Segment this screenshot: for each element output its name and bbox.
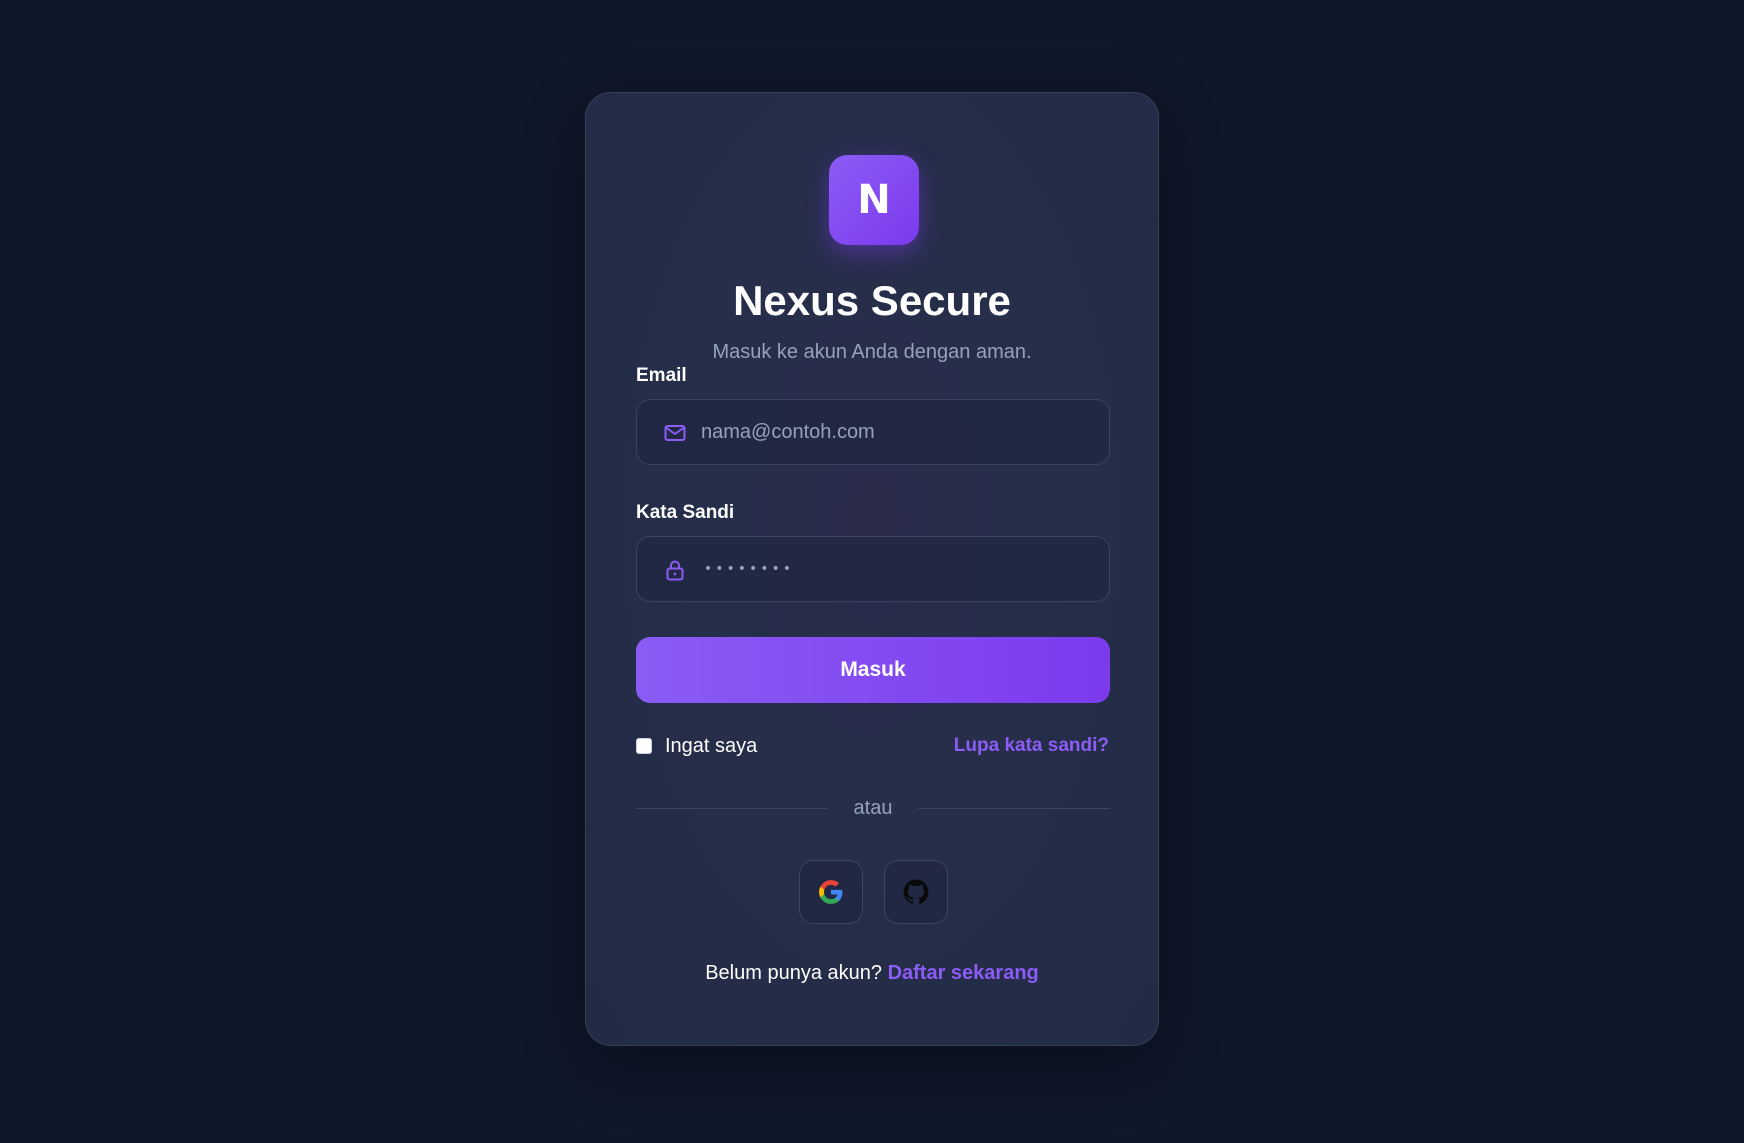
signup-prompt: Belum punya akun? Daftar sekarang [586,959,1158,987]
page-title: Nexus Secure [733,277,1011,324]
github-login-button[interactable] [884,860,948,924]
remember-label: Ingat saya [665,734,758,757]
email-label: Email [636,365,687,386]
page-background: N Nexus Secure Masuk ke akun Anda dengan… [0,0,1744,1143]
or-divider: atau [636,794,1110,822]
lock-icon [666,560,684,581]
email-input[interactable] [701,400,1091,464]
google-icon [819,880,843,904]
login-button[interactable]: Masuk [636,637,1110,703]
remember-checkbox[interactable] [636,738,652,754]
login-card: N Nexus Secure Masuk ke akun Anda dengan… [585,92,1159,1046]
signup-link[interactable]: Daftar sekarang [888,962,1039,984]
remember-me[interactable]: Ingat saya [636,732,757,760]
brand-logo: N [829,155,919,245]
signup-prompt-text: Belum punya akun? [705,962,883,984]
github-icon [903,879,929,905]
forgot-password-link[interactable]: Lupa kata sandi? [954,732,1109,760]
mail-icon [664,425,686,441]
password-label: Kata Sandi [636,502,735,523]
google-login-button[interactable] [799,860,863,924]
email-field-wrapper [636,399,1110,465]
brand-logo-letter: N [857,177,891,223]
divider-line-right [918,808,1110,809]
password-input[interactable]: •••••••• [704,537,794,601]
password-field-wrapper[interactable]: •••••••• [636,536,1110,602]
page-subtitle: Masuk ke akun Anda dengan aman. [712,341,1032,363]
